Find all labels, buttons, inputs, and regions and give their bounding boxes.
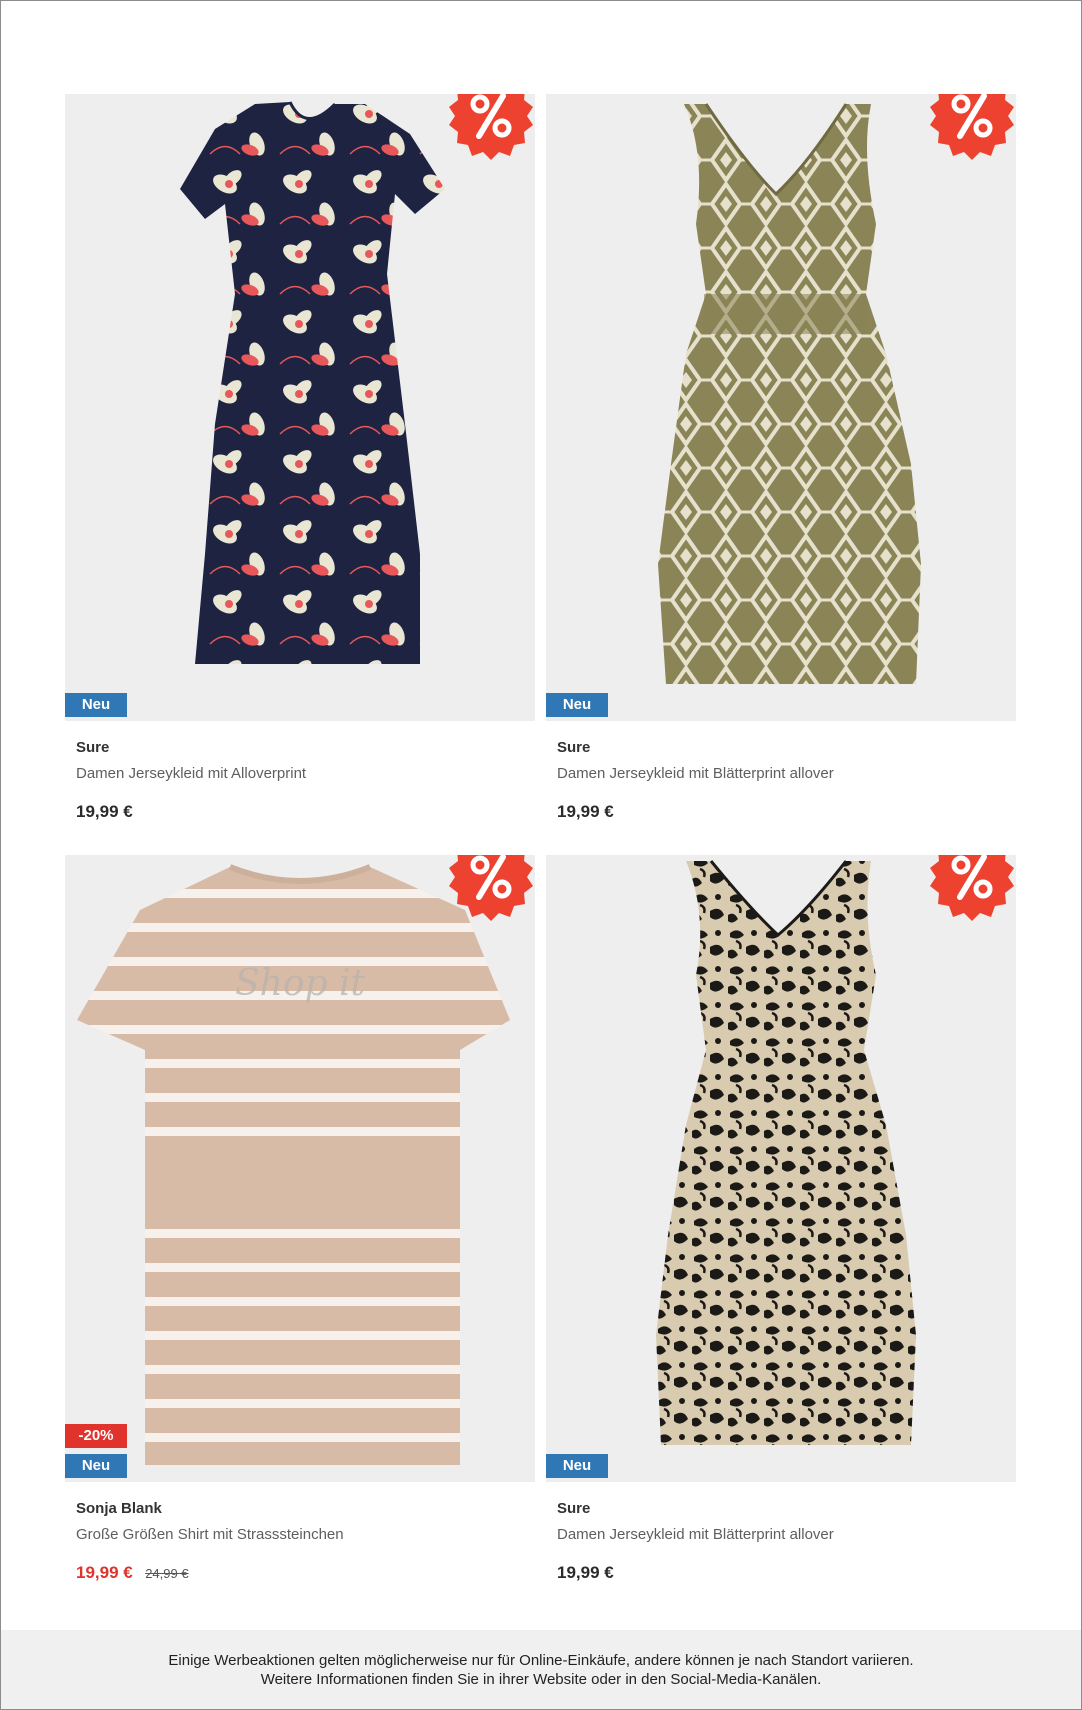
product-name[interactable]: Damen Jerseykleid mit Blätterprint allov… <box>557 1522 1005 1548</box>
percent-icon <box>930 855 1014 921</box>
product-image[interactable]: Neu <box>546 94 1016 721</box>
product-brand: Sure <box>557 1500 591 1517</box>
disclaimer-line-2: Weitere Informationen finden Sie in ihre… <box>260 1671 822 1688</box>
product-sale-price: 19,99 € <box>76 1563 133 1582</box>
dress-image-olive <box>658 103 921 684</box>
price-row: 19,99 € <box>76 799 524 825</box>
product-brand: Sure <box>76 739 110 756</box>
new-badge: Neu <box>65 693 127 717</box>
shirt-image-striped: Shop it <box>77 864 510 1465</box>
product-card[interactable]: Neu Sure Damen Jerseykleid mit Blätterpr… <box>546 94 1016 825</box>
discount-badge: -20% <box>65 1424 127 1448</box>
price-row: 19,99 € <box>557 1560 1005 1586</box>
product-brand: Sonja Blank <box>76 1500 162 1517</box>
product-image[interactable]: Shop it -20% Neu <box>65 855 535 1482</box>
new-badge: Neu <box>546 1454 608 1478</box>
product-image[interactable]: Neu <box>546 855 1016 1482</box>
product-name[interactable]: Große Größen Shirt mit Strasssteinchen <box>76 1522 524 1548</box>
new-badge: Neu <box>65 1454 127 1478</box>
disclaimer-footer: Einige Werbeaktionen gelten möglicherwei… <box>1 1630 1081 1709</box>
product-price: 19,99 € <box>76 802 133 821</box>
product-card[interactable]: Shop it -20% Neu Sonja Blank Große Größe… <box>65 855 535 1586</box>
percent-icon <box>449 94 533 160</box>
dress-image-floral <box>180 101 445 664</box>
price-row: 19,99 € <box>557 799 1005 825</box>
percent-icon <box>449 855 533 921</box>
product-card[interactable]: Neu Sure Damen Jerseykleid mit Alloverpr… <box>65 94 535 825</box>
product-image[interactable]: Neu <box>65 94 535 721</box>
product-brand: Sure <box>557 739 591 756</box>
percent-icon <box>930 94 1014 160</box>
dress-image-leopard <box>656 860 916 1445</box>
promo-badge[interactable] <box>447 855 535 921</box>
promo-badge[interactable] <box>447 94 535 160</box>
product-old-price: 24,99 € <box>145 1566 189 1581</box>
disclaimer-line-1: Einige Werbeaktionen gelten möglicherwei… <box>168 1652 914 1669</box>
product-name[interactable]: Damen Jerseykleid mit Alloverprint <box>76 761 524 787</box>
promo-badge[interactable] <box>928 94 1016 160</box>
product-name[interactable]: Damen Jerseykleid mit Blätterprint allov… <box>557 761 1005 787</box>
product-price: 19,99 € <box>557 1563 614 1582</box>
new-badge: Neu <box>546 693 608 717</box>
price-row: 19,99 € 24,99 € <box>76 1560 524 1586</box>
product-card[interactable]: Neu Sure Damen Jerseykleid mit Blätterpr… <box>546 855 1016 1586</box>
product-price: 19,99 € <box>557 802 614 821</box>
promo-badge[interactable] <box>928 855 1016 921</box>
svg-text:Shop it: Shop it <box>235 963 366 1004</box>
